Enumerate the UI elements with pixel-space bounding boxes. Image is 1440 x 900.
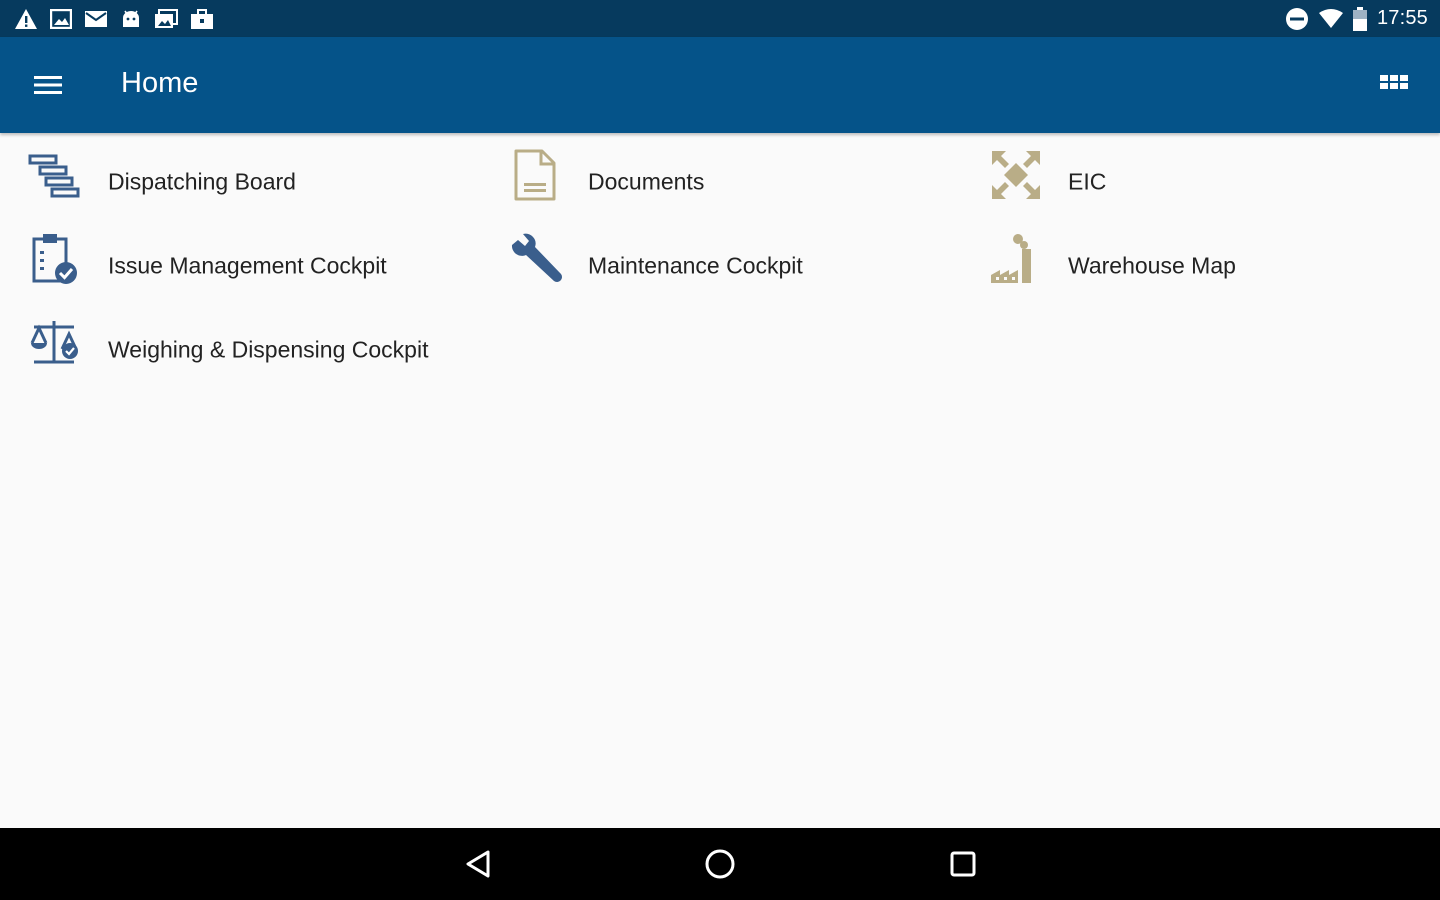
- home-button[interactable]: [702, 846, 738, 882]
- mail-icon: [85, 10, 107, 27]
- status-bar: 17:55: [0, 0, 1440, 37]
- tile-label: Documents: [588, 168, 705, 195]
- factory-icon: [991, 234, 1031, 283]
- navigation-bar: [0, 828, 1440, 900]
- tile-maintenance-cockpit[interactable]: Maintenance Cockpit: [508, 231, 978, 301]
- back-button[interactable]: [460, 846, 496, 882]
- tile-eic[interactable]: EIC: [988, 147, 1440, 217]
- android-icon: [123, 10, 139, 27]
- tile-label: Weighing & Dispensing Cockpit: [108, 336, 429, 363]
- expand-arrows-icon: [992, 151, 1040, 199]
- wifi-icon: [1318, 8, 1343, 28]
- tile-warehouse-map[interactable]: Warehouse Map: [988, 231, 1440, 301]
- battery-icon: [1352, 6, 1367, 31]
- tile-label: Warehouse Map: [1068, 252, 1236, 279]
- tile-dispatching-board[interactable]: Dispatching Board: [28, 147, 498, 217]
- apps-button[interactable]: [1380, 73, 1408, 97]
- recents-icon: [950, 851, 976, 877]
- notification-icons: [14, 6, 214, 31]
- image-icon: [50, 8, 72, 29]
- tile-label: Maintenance Cockpit: [588, 252, 803, 279]
- page-title: Home: [121, 67, 199, 99]
- tile-label: Dispatching Board: [108, 168, 296, 195]
- scale-icon: [30, 321, 78, 364]
- clock: 17:55: [1376, 7, 1428, 29]
- briefcase-icon: [191, 8, 213, 29]
- system-status: 17:55: [1285, 6, 1428, 31]
- tile-issue-management-cockpit[interactable]: Issue Management Cockpit: [28, 231, 498, 301]
- tile-label: Issue Management Cockpit: [108, 252, 387, 279]
- document-icon: [514, 149, 556, 201]
- back-icon: [466, 850, 490, 878]
- menu-button[interactable]: [30, 70, 68, 100]
- warning-icon: [15, 8, 37, 29]
- photos-icon: [155, 8, 178, 28]
- menu-icon: [34, 76, 62, 94]
- wrench-icon: [511, 233, 562, 282]
- tile-weighing-dispensing-cockpit[interactable]: Weighing & Dispensing Cockpit: [28, 315, 498, 385]
- recents-button[interactable]: [945, 846, 981, 882]
- app-bar: Home: [0, 37, 1440, 133]
- apps-grid-icon: [1380, 75, 1408, 89]
- tile-label: EIC: [1068, 168, 1107, 195]
- tile-documents[interactable]: Documents: [508, 147, 978, 217]
- home-icon: [705, 849, 735, 879]
- clipboard-check-icon: [32, 234, 77, 284]
- dispatching-board-icon: [28, 154, 80, 198]
- do-not-disturb-icon: [1285, 7, 1308, 30]
